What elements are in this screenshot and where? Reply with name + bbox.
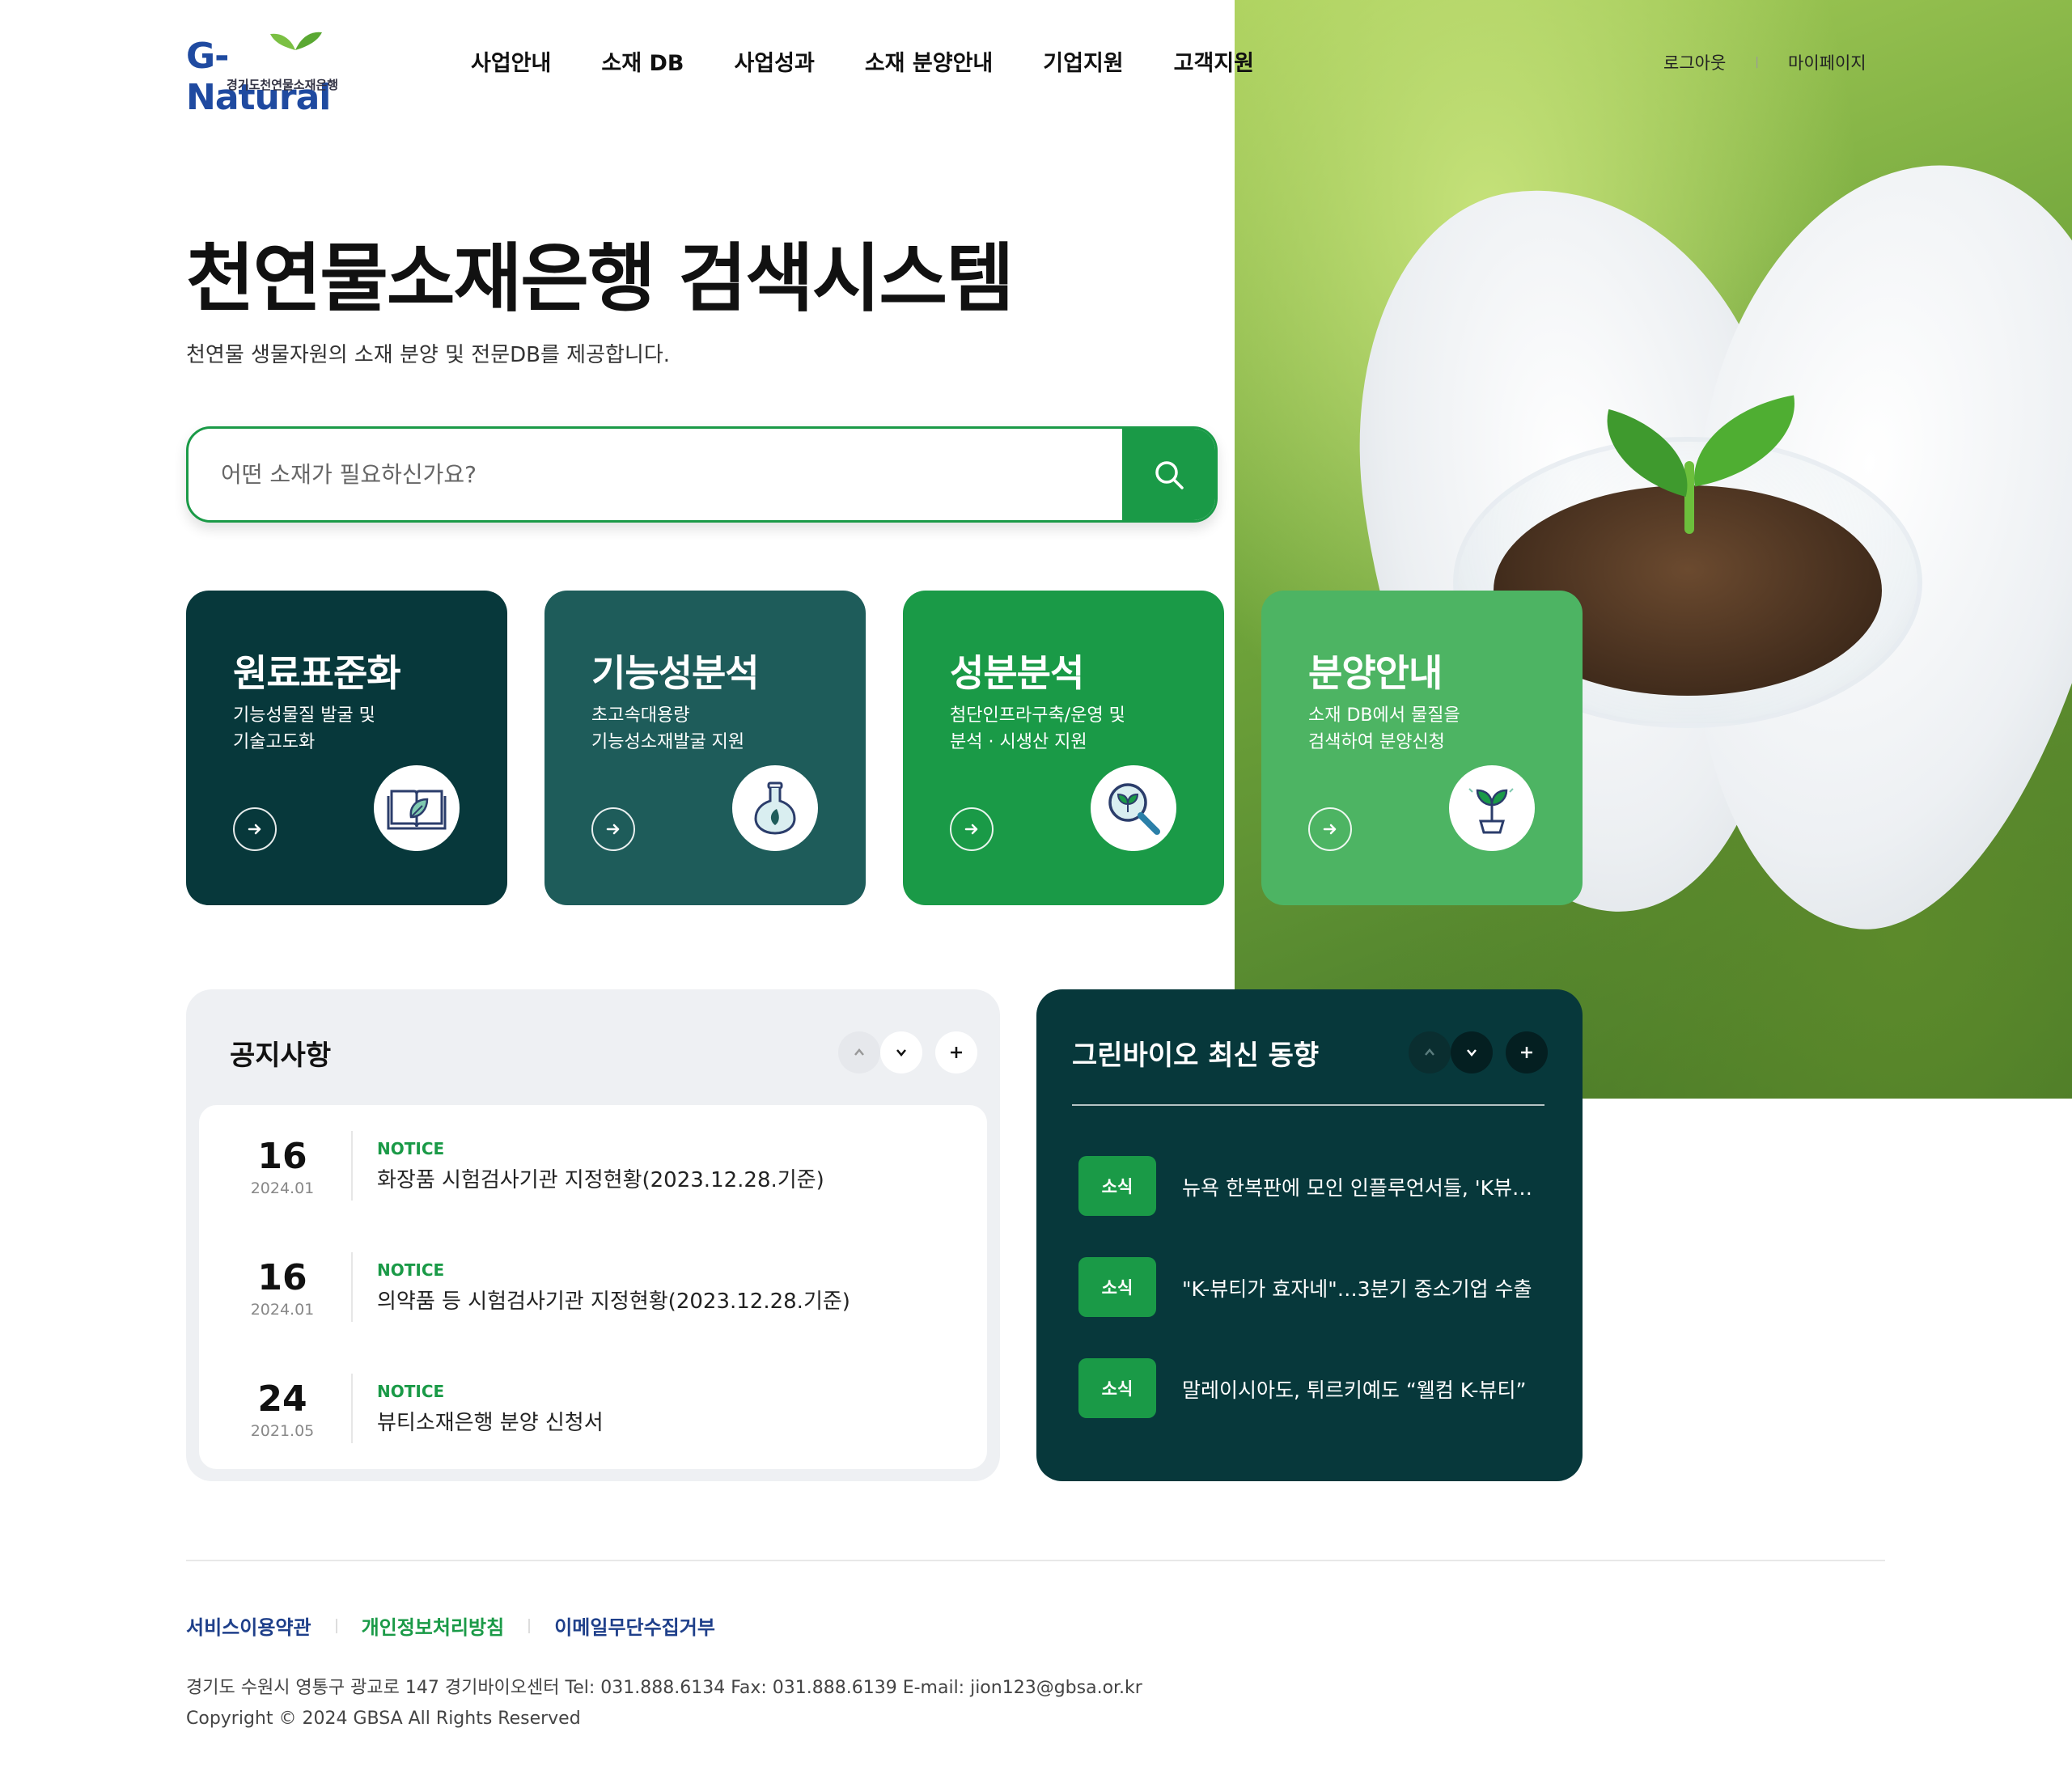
notice-year-month: 2024.01 <box>250 1301 315 1319</box>
card-description: 첨단인프라구축/운영 및 분석 · 시생산 지원 <box>950 705 1125 752</box>
divider <box>351 1374 353 1443</box>
nav-item-business[interactable]: 사업안내 <box>471 45 551 77</box>
search-input[interactable] <box>219 429 1109 520</box>
list-item[interactable]: 소식 말레이시아도, 튀르키예도 “웰컴 K-뷰티” <box>1078 1358 1548 1418</box>
flask-icon <box>732 765 818 851</box>
notice-day: 24 <box>257 1378 307 1420</box>
arrow-right-icon[interactable] <box>233 807 277 851</box>
plus-icon[interactable] <box>1506 1031 1548 1073</box>
email-refusal-link[interactable]: 이메일무단수집거부 <box>554 1611 715 1640</box>
arrow-right-icon[interactable] <box>950 807 994 851</box>
list-item[interactable]: 소식 "K-뷰티가 효자네"…3분기 중소기업 수출 <box>1078 1257 1548 1317</box>
list-item[interactable]: 소식 뉴욕 한복판에 모인 인플루언서들, 'K뷰티' 열풍 <box>1078 1156 1548 1216</box>
mypage-link[interactable]: 마이페이지 <box>1788 50 1866 74</box>
notice-tag: NOTICE <box>377 1260 445 1280</box>
news-item-title[interactable]: 말레이시아도, 튀르키예도 “웰컴 K-뷰티” <box>1182 1374 1548 1404</box>
divider <box>351 1131 353 1201</box>
arrow-right-icon[interactable] <box>1308 807 1352 851</box>
list-item[interactable]: 24 2021.05 NOTICE 뷰티소재은행 분양 신청서 <box>199 1348 987 1469</box>
green-bio-news-panel: 그린바이오 최신 동향 소식 뉴욕 한복판에 모인 인플루언서들, 'K뷰티' … <box>1036 989 1583 1481</box>
divider <box>351 1252 353 1322</box>
chevron-up-icon[interactable] <box>1409 1031 1451 1073</box>
list-item[interactable]: 16 2024.01 NOTICE 화장품 시험검사기관 지정현황(2023.1… <box>199 1105 987 1226</box>
arrow-right-icon[interactable] <box>591 807 635 851</box>
card-description: 초고속대용량 기능성소재발굴 지원 <box>591 705 745 752</box>
card-title: 분양안내 <box>1308 651 1443 695</box>
notice-day: 16 <box>257 1257 307 1298</box>
news-badge: 소식 <box>1078 1156 1156 1216</box>
notice-tag: NOTICE <box>377 1139 445 1158</box>
card-title: 원료표준화 <box>233 651 401 695</box>
sprout-pot-icon <box>1449 765 1535 851</box>
footer-link-divider <box>335 1618 337 1633</box>
plus-icon[interactable] <box>935 1031 977 1073</box>
card-component-analysis[interactable]: 성분분석 첨단인프라구축/운영 및 분석 · 시생산 지원 <box>903 591 1224 905</box>
chevron-up-icon[interactable] <box>838 1031 880 1073</box>
search-icon <box>1155 460 1184 489</box>
news-item-title[interactable]: "K-뷰티가 효자네"…3분기 중소기업 수출 <box>1182 1273 1548 1302</box>
book-leaf-icon <box>374 765 460 851</box>
card-distribution-guide[interactable]: 분양안내 소재 DB에서 물질을 검색하여 분양신청 <box>1261 591 1583 905</box>
footer-divider <box>186 1560 1885 1561</box>
card-functional-analysis[interactable]: 기능성분석 초고속대용량 기능성소재발굴 지원 <box>544 591 866 905</box>
util-divider: | <box>1755 56 1759 69</box>
notice-list: 16 2024.01 NOTICE 화장품 시험검사기관 지정현황(2023.1… <box>199 1105 987 1469</box>
main-nav: 사업안내 소재 DB 사업성과 소재 분양안내 기업지원 고객지원 <box>471 45 1304 77</box>
notice-day: 16 <box>257 1136 307 1177</box>
notice-item-title[interactable]: 의약품 등 시험검사기관 지정현황(2023.12.28.기준) <box>377 1285 850 1315</box>
card-description: 소재 DB에서 물질을 검색하여 분양신청 <box>1308 705 1460 752</box>
nav-item-company-support[interactable]: 기업지원 <box>1043 45 1123 77</box>
news-item-title[interactable]: 뉴욕 한복판에 모인 인플루언서들, 'K뷰티' 열풍 <box>1182 1172 1548 1201</box>
utility-menu: 로그아웃 | 마이페이지 <box>1663 50 1866 74</box>
logo-subtitle: 경기도천연물소재은행 <box>227 78 339 92</box>
card-raw-material-standardization[interactable]: 원료표준화 기능성물질 발굴 및 기술고도화 <box>186 591 507 905</box>
magnifier-sprout-icon <box>1091 765 1176 851</box>
site-logo[interactable]: G-Natural 경기도천연물소재은행 <box>186 28 364 118</box>
privacy-policy-link[interactable]: 개인정보처리방침 <box>362 1611 505 1640</box>
news-title: 그린바이오 최신 동향 <box>1072 1040 1320 1072</box>
notice-tag: NOTICE <box>377 1382 445 1401</box>
notice-item-title[interactable]: 뷰티소재은행 분양 신청서 <box>377 1406 604 1436</box>
chevron-down-icon[interactable] <box>880 1031 922 1073</box>
nav-item-customer-support[interactable]: 고객지원 <box>1174 45 1254 77</box>
notice-title: 공지사항 <box>230 1040 332 1072</box>
footer-address: 경기도 수원시 영통구 광교로 147 경기바이오센터 Tel: 031.888… <box>186 1678 1142 1698</box>
chevron-down-icon[interactable] <box>1451 1031 1493 1073</box>
news-badge: 소식 <box>1078 1358 1156 1418</box>
terms-link[interactable]: 서비스이용약관 <box>186 1611 311 1640</box>
page-subtitle: 천연물 생물자원의 소재 분양 및 전문DB를 제공합니다. <box>186 343 671 367</box>
nav-item-distribution[interactable]: 소재 분양안내 <box>865 45 993 77</box>
search-bar <box>186 426 1218 523</box>
notice-year-month: 2024.01 <box>250 1179 315 1197</box>
card-description: 기능성물질 발굴 및 기술고도화 <box>233 705 375 752</box>
notice-panel: 공지사항 16 2024.01 NOTICE 화장품 시험검사기관 지정현황(2… <box>186 989 1000 1481</box>
page-title: 천연물소재은행 검색시스템 <box>186 235 1015 322</box>
footer-link-divider <box>528 1618 531 1633</box>
notice-controls <box>838 1031 977 1073</box>
card-title: 성분분석 <box>950 651 1084 695</box>
footer-info: 경기도 수원시 영통구 광교로 147 경기바이오센터 Tel: 031.888… <box>186 1673 1142 1734</box>
nav-item-results[interactable]: 사업성과 <box>734 45 814 77</box>
logout-link[interactable]: 로그아웃 <box>1663 50 1726 74</box>
sprout-stem <box>1684 461 1694 534</box>
nav-item-material-db[interactable]: 소재 DB <box>601 45 684 77</box>
search-button[interactable] <box>1122 429 1215 520</box>
news-controls <box>1409 1031 1548 1073</box>
notice-year-month: 2021.05 <box>250 1422 315 1440</box>
hero-photo <box>1235 0 2072 1099</box>
list-item[interactable]: 16 2024.01 NOTICE 의약품 등 시험검사기관 지정현황(2023… <box>199 1226 987 1348</box>
card-title: 기능성분석 <box>591 651 760 695</box>
news-badge: 소식 <box>1078 1257 1156 1317</box>
divider <box>1072 1104 1544 1106</box>
footer-links: 서비스이용약관 개인정보처리방침 이메일무단수집거부 <box>186 1611 715 1640</box>
notice-item-title[interactable]: 화장품 시험검사기관 지정현황(2023.12.28.기준) <box>377 1163 824 1193</box>
footer-copyright: Copyright © 2024 GBSA All Rights Reserve… <box>186 1709 581 1729</box>
